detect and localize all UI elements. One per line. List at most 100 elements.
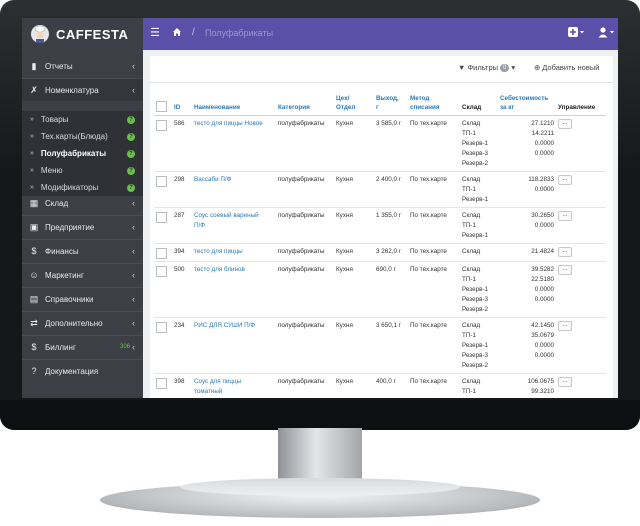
chevron-left-icon: ‹	[132, 270, 135, 280]
chevron-left-icon: ‹	[132, 61, 135, 71]
sidebar-subitem-techcards[interactable]: » Тех.карты(Блюда) ?	[22, 128, 143, 145]
main-content: ▼ Фильтры 0 ▾ ⊕ Добавить новый ID Наимен…	[143, 50, 618, 398]
col-yield[interactable]: Выход, г	[374, 92, 408, 116]
col-department[interactable]: Цех/Отдел	[334, 92, 374, 116]
row-checkbox[interactable]	[156, 120, 167, 131]
sidebar-item-finance[interactable]: $ Финансы ‹	[22, 240, 143, 262]
sidebar-item-billing[interactable]: $ Биллинг 306 ‹	[22, 336, 143, 358]
cost-value: 22.5180	[531, 276, 554, 283]
warehouse-name: Резерв-3	[462, 352, 489, 359]
row-actions-button[interactable]: ...	[558, 247, 572, 257]
row-select-cell	[154, 115, 172, 172]
col-category[interactable]: Категория	[276, 92, 334, 116]
cell-category: полуфабрикаты	[276, 171, 334, 208]
chevron-left-icon: ‹	[132, 342, 135, 352]
book-icon: ▤	[29, 293, 39, 304]
warehouse-name: Резерв-1	[462, 342, 489, 349]
help-icon[interactable]: ?	[127, 149, 135, 158]
add-menu-icon[interactable]	[568, 27, 584, 38]
col-cost[interactable]: Себестоимость за кг	[498, 92, 556, 116]
cell-name[interactable]: тесто для блинов	[192, 261, 276, 318]
sidebar-item-additional[interactable]: ⇄ Дополнительно ‹	[22, 312, 143, 334]
filter-button[interactable]: ▼ Фильтры 0 ▾	[458, 63, 515, 72]
chevron-down-icon: ‹	[132, 85, 135, 95]
cost-value: 99.3210	[531, 388, 554, 395]
row-actions-button[interactable]: ...	[558, 321, 572, 331]
sidebar-subitem-semifinished[interactable]: » Полуфабрикаты ?	[22, 145, 143, 162]
menu-toggle-icon[interactable]: ☰	[150, 28, 160, 39]
warehouse-name: Резерв-3	[462, 296, 489, 303]
cost-value: 0.0000	[534, 286, 554, 293]
sidebar-item-enterprise[interactable]: ▣ Предприятие ‹	[22, 216, 143, 238]
col-method-line2: списания	[410, 104, 440, 111]
sidebar-subitem-menu[interactable]: » Меню ?	[22, 162, 143, 179]
col-manage: Управление	[556, 92, 606, 116]
add-new-button[interactable]: ⊕ Добавить новый	[534, 63, 599, 72]
cell-warehouses: Склад ТП-1 Резерв-1 Резерв-3 Резерв-2	[460, 115, 498, 172]
cell-department: Кухня	[334, 207, 374, 244]
row-checkbox[interactable]	[156, 212, 167, 223]
sidebar-item-marketing[interactable]: ☺ Маркетинг ‹	[22, 264, 143, 286]
sidebar-item-references[interactable]: ▤ Справочники ‹	[22, 288, 143, 310]
row-checkbox[interactable]	[156, 248, 167, 259]
cell-name[interactable]: Соус для пиццы томатный	[192, 373, 276, 398]
cost-value: 42.1450	[531, 322, 554, 329]
sidebar-item-reports[interactable]: ▮ Отчеты ‹	[22, 55, 143, 77]
sidebar-subitem-goods[interactable]: » Товары ?	[22, 111, 143, 128]
warehouse-name: ТП-1	[462, 222, 476, 229]
table-row: 287 Соус соевый вареный П/Ф полуфабрикаты Ку…	[154, 207, 606, 244]
row-actions-button[interactable]: ...	[558, 175, 572, 185]
cell-costs: 42.1450 35.0679 0.0000 0.0000	[498, 317, 556, 374]
sidebar-item-label: Склад	[45, 198, 69, 208]
cell-department: Кухня	[334, 171, 374, 208]
cell-name[interactable]: тесто для пиццы	[192, 243, 276, 262]
row-checkbox[interactable]	[156, 176, 167, 187]
cell-department: Кухня	[334, 261, 374, 318]
brand[interactable]: CAFFESTA	[22, 18, 143, 50]
select-all-checkbox[interactable]	[156, 101, 167, 112]
caret-down-icon: ▾	[511, 63, 516, 72]
sidebar-item-documentation[interactable]: ? Документация	[22, 360, 143, 382]
user-menu-icon[interactable]	[598, 27, 614, 38]
cell-category: полуфабрикаты	[276, 115, 334, 172]
monitor-chin	[0, 400, 640, 430]
cell-costs: 30.2650 0.0000	[498, 207, 556, 244]
row-actions-button[interactable]: ...	[558, 211, 572, 221]
home-icon[interactable]	[172, 27, 182, 37]
dollar-icon: $	[31, 246, 37, 256]
row-actions-button[interactable]: ...	[558, 265, 572, 275]
warehouse-name: Склад	[462, 248, 481, 255]
cost-value: 21.4824	[531, 248, 554, 255]
cost-value: 0.0000	[534, 140, 554, 147]
cell-name[interactable]: Соус соевый вареный П/Ф	[192, 207, 276, 244]
cell-costs: 21.4824	[498, 243, 556, 262]
col-name[interactable]: Наименование	[192, 92, 276, 116]
col-department-line1: Цех/	[336, 95, 350, 102]
cell-warehouses: Склад	[460, 243, 498, 262]
cell-name[interactable]: Вассаби П/Ф	[192, 171, 276, 208]
sidebar-item-label: Номенклатура	[45, 85, 99, 95]
row-checkbox[interactable]	[156, 378, 167, 389]
cell-yield: 2 400,0 г	[374, 171, 408, 208]
row-checkbox[interactable]	[156, 322, 167, 333]
cell-name[interactable]: тесто для пиццы Новое	[192, 115, 276, 172]
sidebar-item-warehouse[interactable]: ▦ Склад ‹	[22, 192, 143, 214]
help-icon[interactable]: ?	[127, 115, 135, 124]
help-icon[interactable]: ?	[127, 166, 135, 175]
sidebar-subitem-label: Товары	[40, 115, 69, 124]
help-icon[interactable]: ?	[127, 132, 135, 141]
row-checkbox[interactable]	[156, 266, 167, 277]
row-select-cell	[154, 317, 172, 374]
table-row: 586 тесто для пиццы Новое полуфабрикаты Кух…	[154, 115, 606, 172]
help-icon[interactable]: ?	[127, 183, 135, 192]
warehouse-name: Склад	[462, 378, 481, 385]
breadcrumb-current: Полуфабрикаты	[205, 28, 274, 38]
cell-name[interactable]: РИС ДЛЯ СУШИ П/Ф	[192, 317, 276, 374]
col-method[interactable]: Метод списания	[408, 92, 460, 116]
row-actions-button[interactable]: ...	[558, 119, 572, 129]
bar-chart-icon: ▮	[31, 60, 37, 71]
sidebar-item-nomenclature[interactable]: ✗ Номенклатура ‹	[22, 79, 143, 101]
col-id[interactable]: ID	[172, 92, 192, 116]
top-navbar: CAFFESTA ☰ / Полуфабрикаты	[22, 18, 618, 50]
row-actions-button[interactable]: ...	[558, 377, 572, 387]
